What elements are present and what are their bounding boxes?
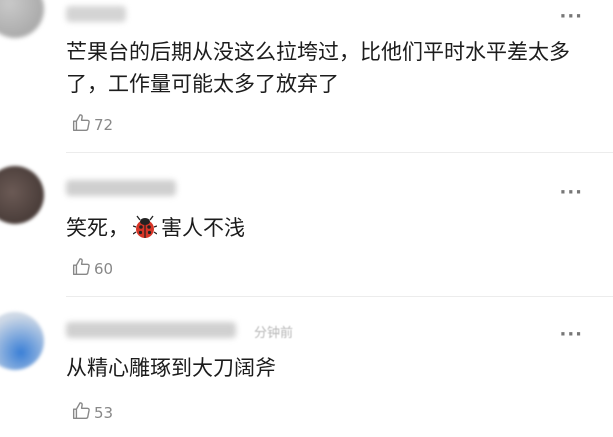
more-options-button[interactable]: ··· <box>559 8 583 26</box>
username-blurred[interactable] <box>66 180 176 196</box>
comment-text: 笑死， 害人不浅 <box>66 212 586 248</box>
avatar[interactable] <box>0 312 44 370</box>
comment-text-part: 害人不浅 <box>161 216 245 240</box>
comment-item: ··· 笑死， 害人不浅 60 <box>0 160 613 295</box>
more-options-button[interactable]: ··· <box>559 184 583 202</box>
username-blurred[interactable] <box>66 322 236 338</box>
comment-item: ··· 芒果台的后期从没这么拉垮过，比他们平时水平差太多了，工作量可能太多了放弃… <box>0 0 613 150</box>
ladybug-emoji-icon <box>132 215 158 248</box>
more-options-button[interactable]: ··· <box>559 326 583 344</box>
comment-timestamp: 分钟前 <box>254 326 294 341</box>
comment-item: 分钟前 ··· 从精心雕琢到大刀阔斧 53 <box>0 300 613 437</box>
like-button[interactable]: 53 <box>70 400 113 426</box>
thumbs-up-icon <box>70 400 92 426</box>
like-count: 53 <box>94 404 114 422</box>
divider <box>66 152 613 153</box>
like-button[interactable]: 60 <box>70 256 113 282</box>
divider <box>66 296 613 297</box>
avatar[interactable] <box>0 166 44 224</box>
comment-text-part: 笑死， <box>66 216 129 240</box>
comment-text: 从精心雕琢到大刀阔斧 <box>66 356 276 380</box>
thumbs-up-icon <box>70 256 92 282</box>
thumbs-up-icon <box>70 112 92 138</box>
like-button[interactable]: 72 <box>70 112 113 138</box>
avatar[interactable] <box>0 0 44 38</box>
like-count: 60 <box>94 260 114 278</box>
comment-text: 芒果台的后期从没这么拉垮过，比他们平时水平差太多了，工作量可能太多了放弃了 <box>66 40 570 96</box>
username-blurred[interactable] <box>66 6 126 22</box>
like-count: 72 <box>94 116 114 134</box>
